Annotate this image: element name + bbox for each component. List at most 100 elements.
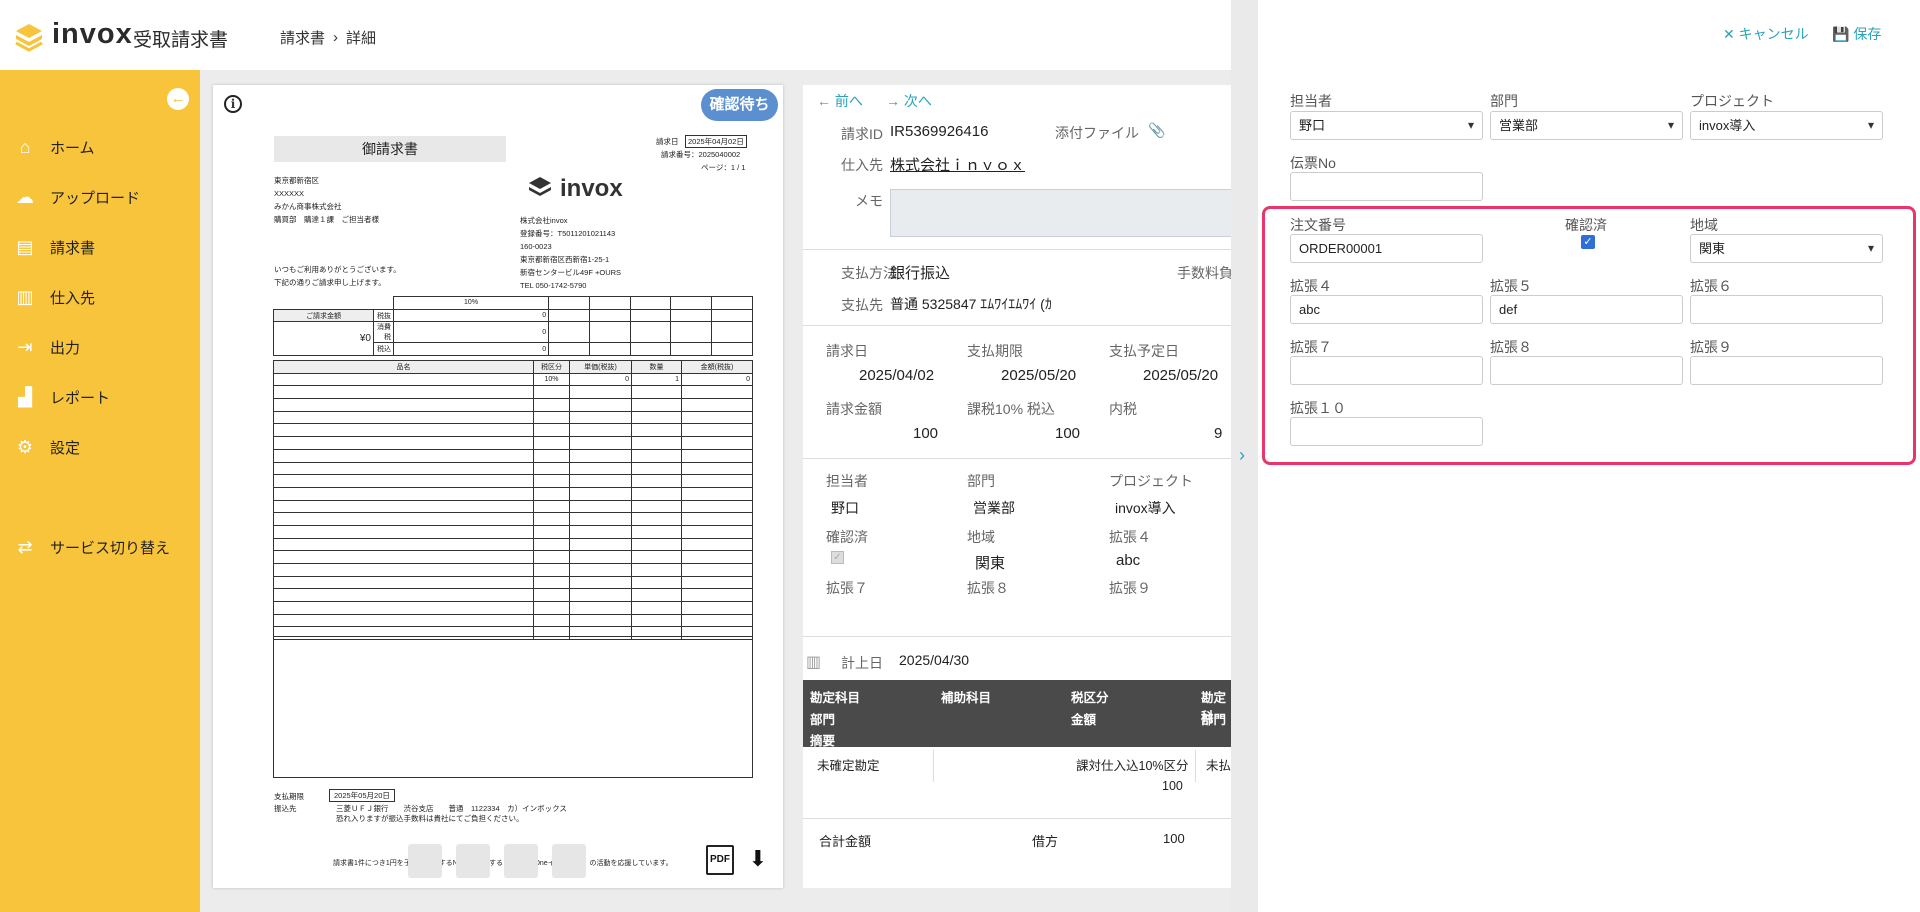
table-cell xyxy=(533,474,570,488)
table-cell xyxy=(273,474,534,488)
table-cell xyxy=(681,601,753,615)
sum-value: 0 xyxy=(392,321,550,344)
table-cell xyxy=(273,410,534,425)
amount: 100 xyxy=(913,425,939,442)
table-cell xyxy=(631,512,682,526)
sidebar-item-invoices[interactable]: ▤ 請求書 xyxy=(14,235,95,259)
table-cell xyxy=(273,499,534,514)
table-row xyxy=(273,512,753,526)
table-cell xyxy=(273,448,534,463)
person-select[interactable]: 野口 xyxy=(1290,111,1483,140)
breadcrumb-current: 詳細 xyxy=(346,30,377,47)
prev-label: 前へ xyxy=(834,93,863,109)
table-cell xyxy=(533,613,570,628)
person-label: 担当者 xyxy=(826,473,868,489)
table-row xyxy=(273,563,753,577)
table-cell xyxy=(533,575,570,590)
next-link[interactable]: → 次へ xyxy=(886,91,932,111)
sidebar-item-export[interactable]: ⇥ 出力 xyxy=(14,335,80,359)
table-row xyxy=(273,486,753,501)
confirmed-checkbox[interactable]: ✓ xyxy=(1581,235,1595,249)
inner-tax-label: 内税 xyxy=(1109,401,1137,417)
rotate-right-button[interactable] xyxy=(456,844,490,878)
switch-icon: ⇄ xyxy=(17,537,33,557)
table-row xyxy=(273,537,753,552)
debit-label: 借方 xyxy=(1032,834,1059,849)
column-header: 税区分 xyxy=(533,360,570,374)
cloud-upload-icon: ☁ xyxy=(16,187,34,207)
chevron-right-icon: › xyxy=(1239,445,1245,465)
table-cell xyxy=(533,461,570,476)
table-row xyxy=(273,613,753,628)
invoice-date-label: 請求日 xyxy=(826,343,868,359)
total-label: 合計金額 xyxy=(819,834,872,849)
line-items-table: 品名 税区分 単価(税抜) 数量 金額(税抜) 10% 0 1 0 xyxy=(273,360,753,641)
sidebar-item-upload[interactable]: ☁ アップロード xyxy=(14,185,140,209)
table-row xyxy=(273,524,753,539)
sidebar-item-settings[interactable]: ⚙ 設定 xyxy=(14,435,80,459)
table-cell xyxy=(273,550,534,564)
sidebar-item-switch-service[interactable]: ⇄ サービス切り替え xyxy=(14,535,170,559)
inner-tax: 9 xyxy=(1214,425,1223,442)
memo-field[interactable] xyxy=(890,189,1231,237)
memo-label: メモ xyxy=(855,193,883,209)
table-cell xyxy=(533,398,570,412)
document-icon: ▤ xyxy=(16,237,34,257)
table-cell xyxy=(569,398,632,412)
journal-column-header: 税区分 xyxy=(1071,691,1109,705)
table-cell xyxy=(273,436,534,450)
table-cell xyxy=(631,410,682,425)
table-cell xyxy=(681,613,753,628)
breadcrumb: 請求書 › 詳細 xyxy=(280,27,376,48)
table-cell xyxy=(273,461,534,476)
download-icon[interactable]: ⬇ xyxy=(744,845,772,873)
paperclip-icon[interactable]: 📎 xyxy=(1148,122,1165,139)
table-cell xyxy=(569,601,632,615)
notes-box xyxy=(273,636,753,778)
ext8-label: 拡張８ xyxy=(967,580,1009,596)
table-cell xyxy=(533,524,570,539)
sidebar-item-home[interactable]: ⌂ ホーム xyxy=(14,135,95,159)
breadcrumb-root[interactable]: 請求書 xyxy=(280,27,325,48)
info-icon[interactable]: i xyxy=(224,95,242,113)
pdf-icon[interactable]: PDF xyxy=(706,845,734,875)
dept-select[interactable]: 営業部 xyxy=(1490,111,1683,140)
slip-input[interactable] xyxy=(1290,172,1483,201)
sidebar-item-report[interactable]: ▟ レポート xyxy=(14,385,110,409)
greeting-line: 下記の通りご請求申し上げます。 xyxy=(274,278,386,287)
confirmed-label: 確認済 xyxy=(826,529,868,545)
payee-label: 支払先 xyxy=(841,297,883,313)
table-cell xyxy=(631,486,682,501)
panel-toggle[interactable]: › xyxy=(1231,0,1258,912)
project-select[interactable]: invox導入 xyxy=(1690,111,1883,140)
invoice-id: IR5369926416 xyxy=(890,123,989,140)
summary-label: ご請求金額 xyxy=(273,308,374,323)
divider xyxy=(803,458,1231,459)
table-cell xyxy=(631,537,682,552)
zoom-in-button[interactable] xyxy=(552,844,586,878)
next-label: 次へ xyxy=(903,93,932,109)
collapse-sidebar-icon[interactable]: ← xyxy=(167,88,189,110)
payment-method: 銀行振込 xyxy=(890,265,951,282)
table-cell xyxy=(533,385,570,400)
table-cell xyxy=(681,512,753,526)
zoom-out-button[interactable] xyxy=(504,844,538,878)
bank-note: 恐れ入りますが振込手数料は貴社にてご負担ください。 xyxy=(336,814,524,823)
sidebar-item-label: 仕入先 xyxy=(50,289,96,307)
table-cell xyxy=(273,512,534,526)
table-cell xyxy=(569,461,632,476)
person-label: 担当者 xyxy=(1290,93,1332,109)
vendor-link[interactable]: 株式会社ｉｎｖｏｘ xyxy=(890,154,1025,175)
table-cell xyxy=(273,385,534,400)
prev-link[interactable]: ← 前へ xyxy=(817,91,863,111)
table-row xyxy=(273,499,753,514)
table-cell: 0 xyxy=(681,372,753,387)
table-cell xyxy=(569,448,632,463)
table-cell xyxy=(631,423,682,438)
rotate-left-button[interactable] xyxy=(408,844,442,878)
cancel-button[interactable]: ✕ キャンセル xyxy=(1723,24,1809,44)
sidebar-item-vendors[interactable]: ▥ 仕入先 xyxy=(14,285,95,309)
app-logo[interactable]: invox xyxy=(52,18,133,51)
divider xyxy=(803,818,1231,819)
save-button[interactable]: 💾 保存 xyxy=(1832,24,1881,44)
